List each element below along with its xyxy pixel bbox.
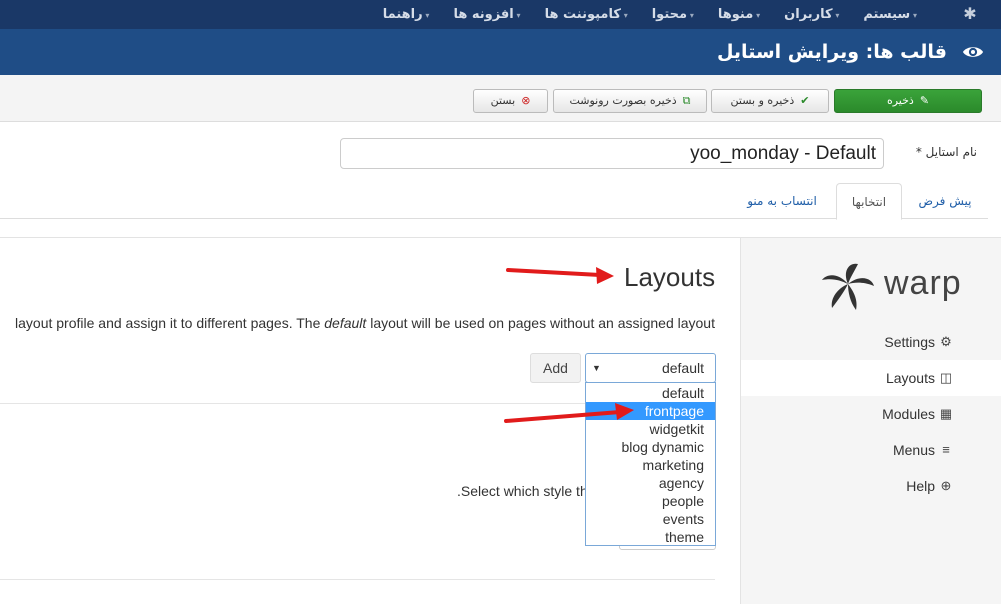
edit-icon: ✎: [919, 94, 930, 107]
style-name-input[interactable]: yoo_monday - Default: [340, 138, 884, 169]
layout-option[interactable]: blog dynamic: [586, 438, 715, 456]
layout-option[interactable]: people: [586, 492, 715, 510]
menu-content[interactable]: محتوا: [640, 0, 706, 29]
section-divider-bottom: [0, 579, 715, 580]
sidebar-item-layouts[interactable]: ◫ Layouts: [741, 360, 1001, 396]
warp-leaf-icon: [822, 263, 874, 310]
page-header: قالب ها: ویرایش استایل: [0, 29, 1001, 75]
menu-users[interactable]: کاربران: [772, 0, 851, 29]
menu-extensions[interactable]: افزونه ها: [441, 0, 532, 29]
toolbar: ✎ ذخیره ✔ ذخیره و بستن ⧉ ذخیره بصورت رون…: [0, 75, 1001, 122]
gears-icon: ⚙: [940, 334, 952, 349]
save-copy-button[interactable]: ⧉ ذخیره بصورت رونوشت: [553, 89, 707, 113]
layouts-heading: Layouts: [624, 262, 716, 292]
menu-help[interactable]: راهنما: [371, 0, 442, 29]
sidebar-item-help[interactable]: ⊕ Help: [741, 468, 1001, 504]
layout-option[interactable]: events: [586, 510, 715, 528]
close-button[interactable]: ⊗ بستن: [473, 89, 548, 113]
layouts-description: layout profile and assign it to differen…: [15, 315, 715, 331]
add-layout-button[interactable]: Add: [530, 353, 581, 383]
check-icon: ✔: [800, 94, 810, 107]
warp-logo: warp: [820, 262, 970, 312]
layout-option[interactable]: theme: [586, 528, 715, 546]
eye-icon: [962, 47, 984, 57]
bars-icon: ≡: [942, 442, 950, 457]
lifebuoy-icon: ⊕: [940, 478, 952, 493]
layout-option[interactable]: default: [586, 384, 715, 402]
sidebar-item-settings[interactable]: ⚙ Settings: [741, 324, 1001, 360]
layout-option[interactable]: widgetkit: [586, 420, 715, 438]
chevron-down-icon: ▼: [592, 363, 601, 373]
menu-system[interactable]: سیستم: [851, 0, 929, 29]
warp-logo-text: warp: [884, 264, 962, 302]
save-button[interactable]: ✎ ذخیره: [834, 89, 982, 113]
layout-option[interactable]: agency: [586, 474, 715, 492]
layout-option[interactable]: marketing: [586, 456, 715, 474]
top-menu: سیستم کاربران منوها محتوا کامپوننت ها اف…: [371, 0, 929, 29]
menu-components[interactable]: کامپوننت ها: [533, 0, 640, 29]
grid-icon: ▦: [939, 406, 953, 421]
style-select-text: .Select which style th: [457, 483, 588, 499]
tab-default[interactable]: پیش فرض: [903, 183, 987, 219]
tab-options[interactable]: انتخابها: [836, 183, 902, 220]
tab-bar: پیش فرض انتخابها انتساب به منو: [0, 183, 988, 220]
menu-menus[interactable]: منوها: [706, 0, 772, 29]
top-navbar: ✱ سیستم کاربران منوها محتوا کامپوننت ها …: [0, 0, 1001, 29]
columns-icon: ◫: [939, 370, 953, 385]
page-title: قالب ها: ویرایش استایل: [716, 41, 947, 63]
save-close-button[interactable]: ✔ ذخیره و بستن: [711, 89, 829, 113]
joomla-logo-icon[interactable]: ✱: [961, 5, 979, 23]
close-icon: ⊗: [521, 94, 531, 107]
copy-icon: ⧉: [682, 94, 691, 107]
sidebar-item-modules[interactable]: ▦ Modules: [741, 396, 1001, 432]
sidebar-item-menus[interactable]: ≡ Menus: [741, 432, 1001, 468]
style-name-label: نام استایل *: [915, 145, 977, 159]
layout-select[interactable]: ▼ default: [585, 353, 716, 383]
tab-menu-assignment[interactable]: انتساب به منو: [732, 183, 832, 219]
layout-option-highlighted[interactable]: frontpage: [586, 402, 715, 420]
layout-dropdown-list: default frontpage widgetkit blog dynamic…: [585, 382, 716, 546]
